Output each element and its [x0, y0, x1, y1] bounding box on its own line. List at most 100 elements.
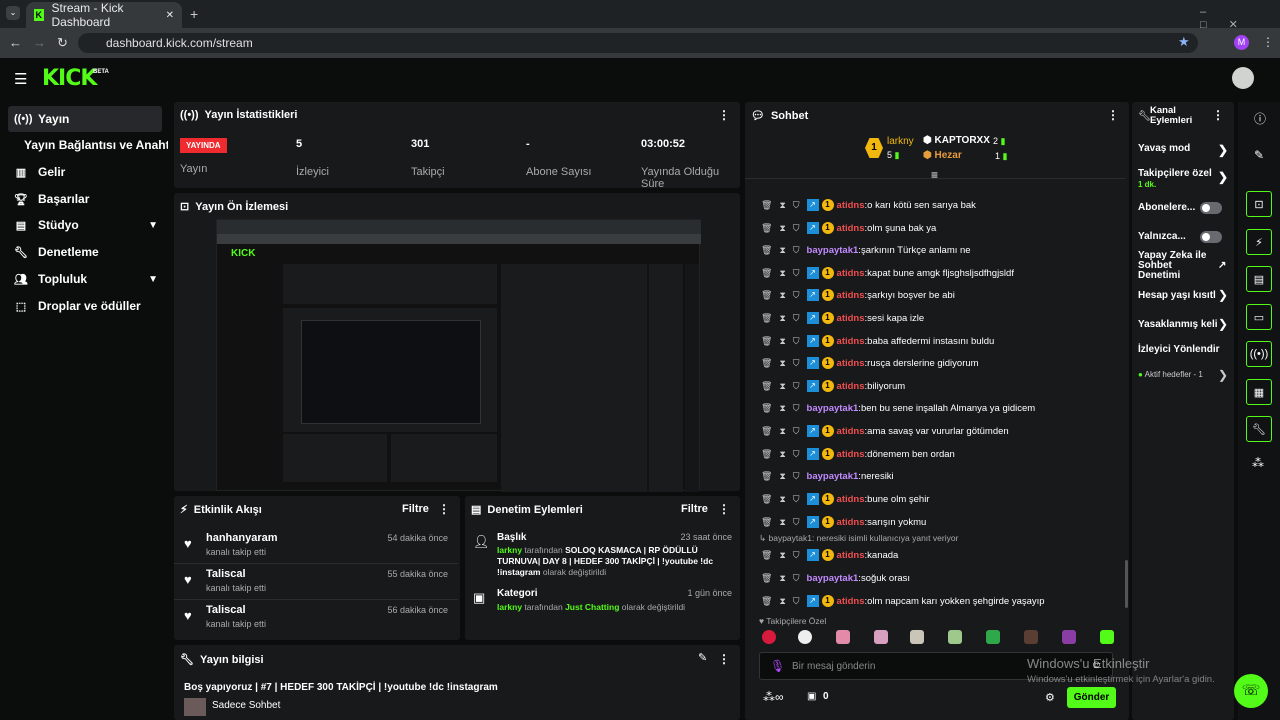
gear-icon[interactable]: ⚙ [1045, 691, 1055, 704]
chat-username[interactable]: baypaytak1 [807, 403, 859, 414]
emote-item[interactable] [910, 630, 924, 644]
emote-item[interactable] [1062, 630, 1076, 644]
followers-only-action[interactable]: Takipçilere özel 1 dk. ❯ [1138, 168, 1228, 190]
send-button[interactable]: Gönder [1067, 687, 1116, 708]
ban-icon[interactable]: ⛉ [793, 336, 800, 347]
chat-settings-icon[interactable]: ⁂∞ [763, 690, 784, 704]
chat-username[interactable]: baypaytak1 [807, 245, 859, 256]
more-options-icon[interactable]: ⋮ [438, 502, 450, 516]
timeout-icon[interactable]: ⧗ [779, 494, 785, 505]
chat-username[interactable]: atidns [837, 336, 865, 347]
document-button[interactable]: ▤ [1246, 266, 1272, 292]
emote-item[interactable] [986, 630, 1000, 644]
collapse-icon[interactable]: ≡ [931, 168, 938, 182]
browser-menu-icon[interactable]: ⋮ [1262, 35, 1274, 49]
back-icon[interactable]: ← [9, 35, 22, 50]
mod-user[interactable]: larkny [497, 545, 522, 555]
chat-username[interactable]: baypaytak1 [807, 573, 859, 584]
chat-username[interactable]: atidns [837, 200, 865, 211]
delete-icon[interactable]: 🗑︎ [761, 381, 772, 392]
timeout-icon[interactable]: ⧗ [779, 381, 785, 392]
chat-username[interactable]: atidns [837, 550, 865, 561]
reload-icon[interactable]: ↻ [57, 35, 68, 51]
forward-icon[interactable]: → [33, 35, 46, 50]
delete-icon[interactable]: 🗑︎ [761, 426, 772, 437]
delete-icon[interactable]: 🗑︎ [761, 403, 772, 414]
more-options-icon[interactable]: ⋮ [1107, 108, 1119, 122]
delete-icon[interactable]: 🗑︎ [761, 223, 772, 234]
chat-username[interactable]: atidns [837, 426, 865, 437]
ban-icon[interactable]: ⛉ [793, 596, 800, 607]
timeout-icon[interactable]: ⧗ [779, 517, 785, 528]
ban-icon[interactable]: ⛉ [793, 200, 800, 211]
hamburger-menu-icon[interactable]: ☰ [14, 70, 27, 88]
event-user[interactable]: hanhanyaram [206, 532, 278, 544]
event-user[interactable]: Taliscal [206, 568, 246, 580]
leader-third[interactable]: ⬢ Hezar [923, 150, 962, 161]
gift-icon[interactable]: ▣ [807, 691, 816, 702]
timeout-icon[interactable]: ⧗ [779, 268, 785, 279]
ban-icon[interactable]: ⛉ [793, 517, 800, 528]
chat-username[interactable]: atidns [837, 313, 865, 324]
emote-item[interactable] [836, 630, 850, 644]
ban-icon[interactable]: ⛉ [793, 358, 800, 369]
ban-icon[interactable]: ⛉ [793, 245, 800, 256]
new-tab-icon[interactable]: + [190, 6, 198, 22]
info-icon[interactable]: ⓘ [1254, 110, 1266, 127]
delete-icon[interactable]: 🗑︎ [761, 471, 772, 482]
subscribers-only-toggle[interactable] [1200, 202, 1222, 214]
timeout-icon[interactable]: ⧗ [779, 550, 785, 561]
mod-user[interactable]: larkny [497, 602, 522, 612]
chat-username[interactable]: baypaytak1 [807, 471, 859, 482]
tab-search-icon[interactable]: ⌄ [6, 6, 20, 20]
help-chat-icon[interactable]: ☏ [1234, 674, 1268, 708]
bolt-button[interactable]: ⚡︎ [1246, 229, 1272, 255]
emote-item[interactable] [1100, 630, 1114, 644]
sidebar-item-stream-key[interactable]: Yayın Bağlantısı ve Anahtarı [18, 132, 168, 158]
chat-button[interactable]: ▭ [1246, 304, 1272, 330]
category-name[interactable]: Sadece Sohbet [212, 700, 280, 711]
chat-username[interactable]: atidns [837, 268, 865, 279]
delete-icon[interactable]: 🗑︎ [761, 494, 772, 505]
timeout-icon[interactable]: ⧗ [779, 426, 785, 437]
timeout-icon[interactable]: ⧗ [779, 358, 785, 369]
delete-icon[interactable]: 🗑︎ [761, 358, 772, 369]
sidebar-item-studio[interactable]: ▤ Stüdyo ▼ [8, 212, 162, 238]
chat-username[interactable]: atidns [837, 517, 865, 528]
delete-icon[interactable]: 🗑︎ [761, 336, 772, 347]
timeout-icon[interactable]: ⧗ [779, 200, 785, 211]
timeout-icon[interactable]: ⧗ [779, 471, 785, 482]
close-tab-icon[interactable]: ✕ [166, 10, 174, 21]
sidebar-item-drops[interactable]: ⬚ Droplar ve ödüller [8, 293, 162, 319]
more-options-icon[interactable]: ⋮ [718, 502, 730, 516]
bookmark-star-icon[interactable]: ★ [1178, 34, 1190, 50]
layout-icon[interactable]: ⁂ [1252, 456, 1264, 470]
delete-icon[interactable]: 🗑︎ [761, 550, 772, 561]
sidebar-item-revenue[interactable]: ▥ Gelir [8, 159, 162, 185]
chat-username[interactable]: atidns [837, 449, 865, 460]
active-goals-action[interactable]: ● Aktif hedefler - 1 ❯ [1138, 368, 1228, 382]
event-user[interactable]: Taliscal [206, 604, 246, 616]
chat-username[interactable]: atidns [837, 358, 865, 369]
ban-icon[interactable]: ⛉ [793, 573, 800, 584]
ban-icon[interactable]: ⛉ [793, 471, 800, 482]
sidebar-item-achievements[interactable]: 🏆︎ Başarılar [8, 186, 162, 212]
ai-moderation-action[interactable]: Yapay Zeka ile Sohbet Denetimi ↗ [1138, 251, 1226, 281]
profile-avatar[interactable]: M [1234, 35, 1249, 50]
chat-username[interactable]: atidns [837, 223, 865, 234]
slow-mode-action[interactable]: Yavaş mod ❯ [1138, 143, 1228, 157]
sidebar-item-community[interactable]: 👥︎ Topluluk ▼ [8, 266, 162, 292]
emote-item[interactable] [874, 630, 888, 644]
timeout-icon[interactable]: ⧗ [779, 596, 785, 607]
banned-words-action[interactable]: Yasaklanmış keli [1138, 319, 1224, 330]
timeout-icon[interactable]: ⧗ [779, 223, 785, 234]
chat-username[interactable]: atidns [837, 596, 865, 607]
only-toggle[interactable] [1200, 231, 1222, 243]
broadcast-button[interactable]: ((•)) [1246, 341, 1272, 367]
filter-button[interactable]: Filtre [402, 503, 429, 515]
delete-icon[interactable]: 🗑︎ [761, 200, 772, 211]
more-options-icon[interactable]: ⋮ [718, 108, 730, 122]
edit-icon[interactable]: ✎ [698, 651, 707, 664]
microphone-icon[interactable]: 🎙︎ [770, 659, 785, 673]
actions-button[interactable]: ▦ [1246, 379, 1272, 405]
